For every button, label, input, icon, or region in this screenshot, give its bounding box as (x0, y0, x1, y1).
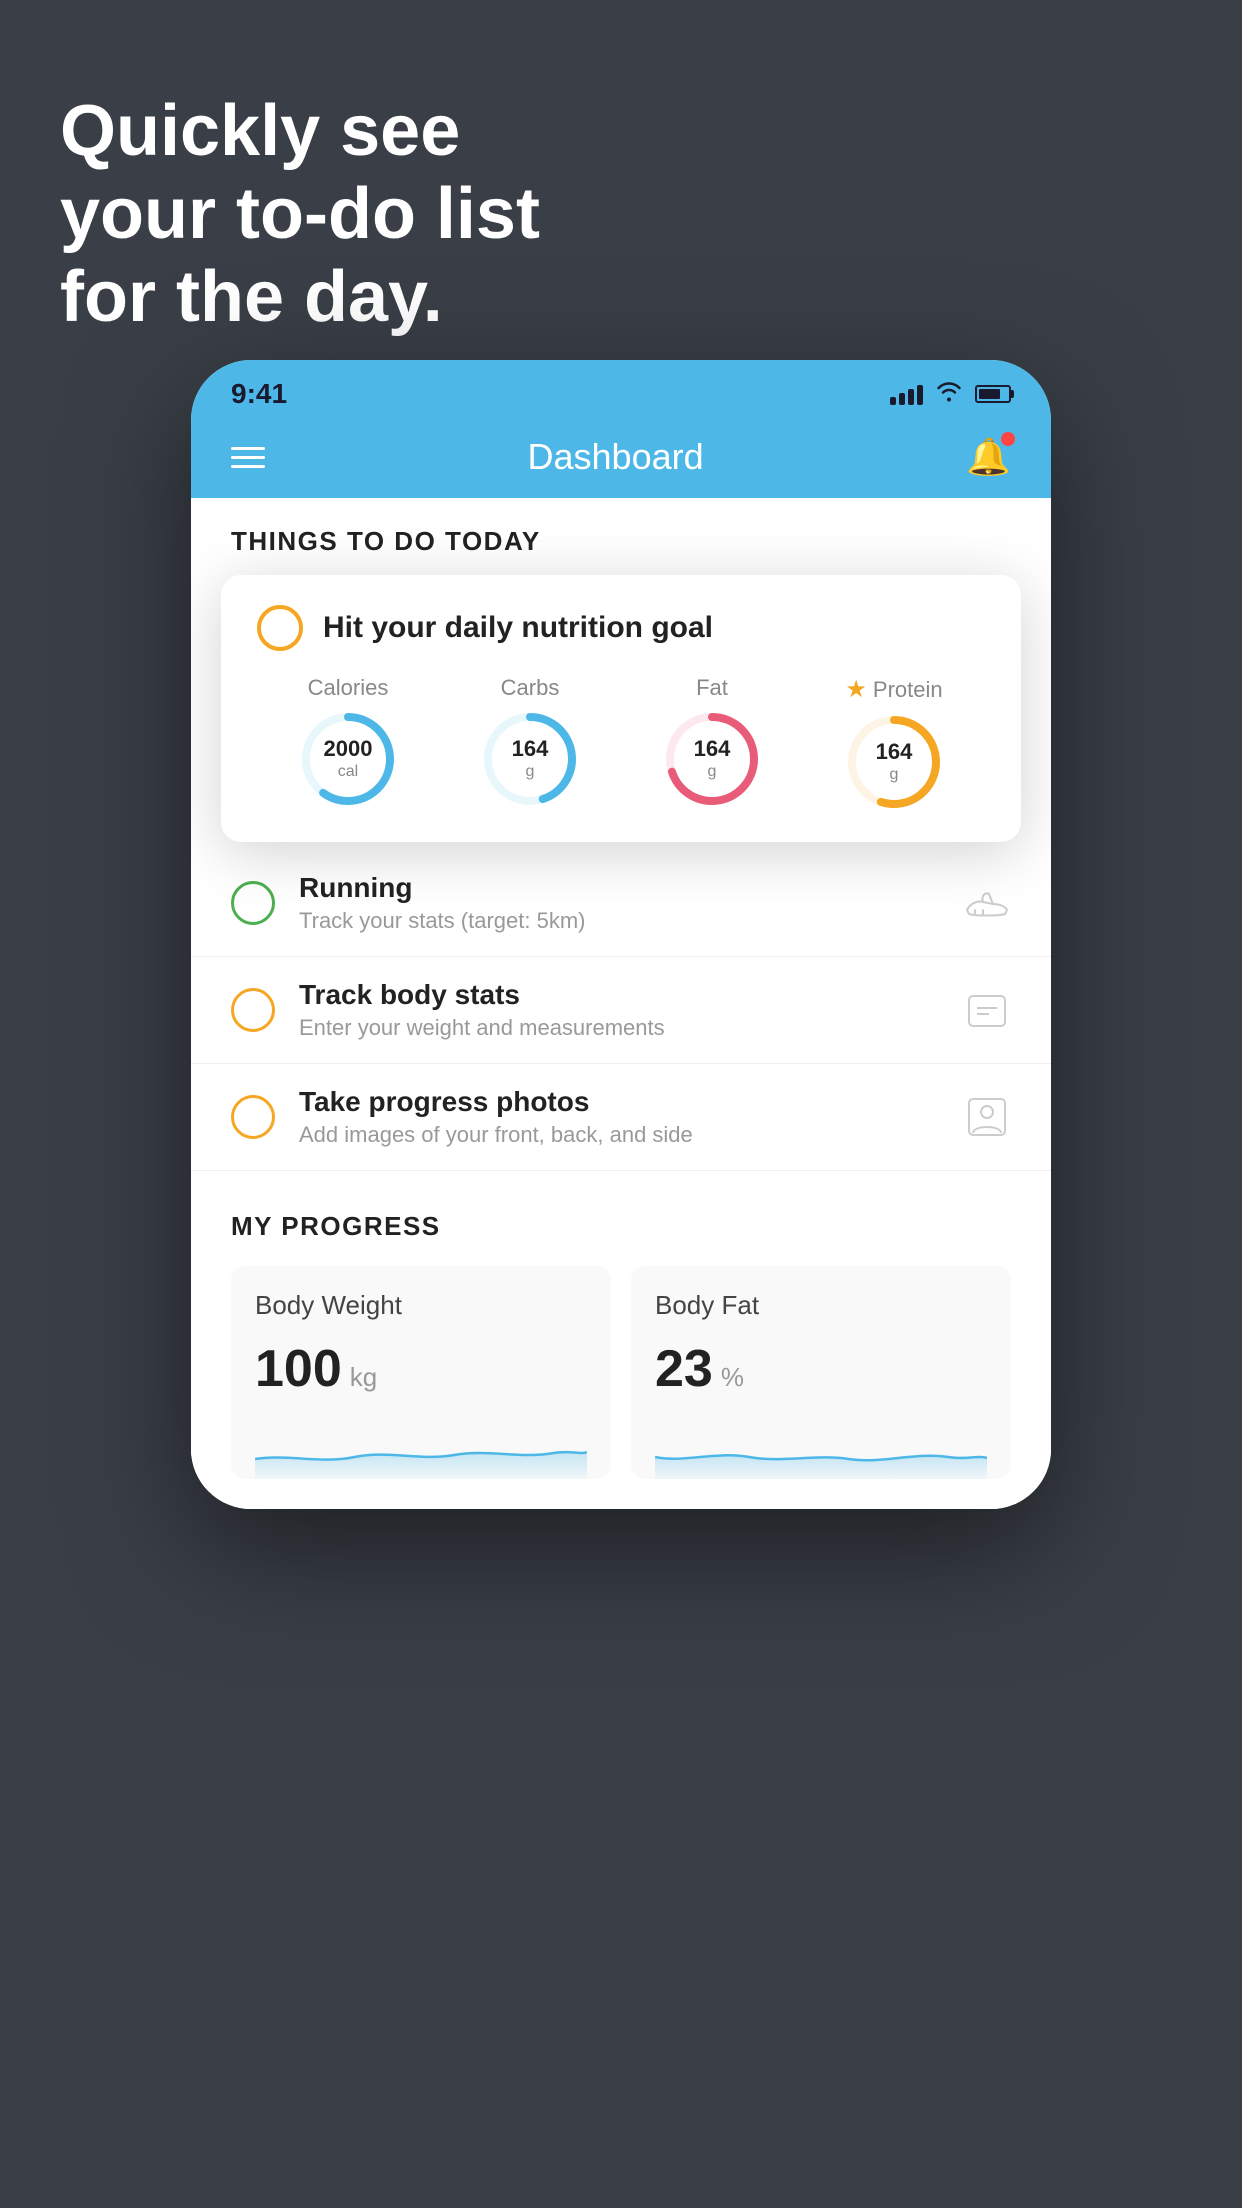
nutrition-check-circle[interactable] (257, 605, 303, 651)
body-fat-unit: % (721, 1362, 744, 1393)
wifi-icon (935, 380, 963, 408)
hero-heading: Quickly see your to-do list for the day. (60, 90, 540, 338)
macro-carbs: Carbs 164 g (480, 675, 580, 809)
body-weight-number: 100 (255, 1339, 342, 1399)
macro-fat-circle: 164 g (662, 709, 762, 809)
macro-protein-circle: 164 g (844, 712, 944, 812)
progress-cards-row: Body Weight 100 kg (231, 1266, 1011, 1479)
main-content: THINGS TO DO TODAY Hit your daily nutrit… (191, 498, 1051, 1509)
todo-text-body-stats: Track body stats Enter your weight and m… (299, 979, 939, 1041)
macro-calories-value: 2000 (324, 736, 373, 762)
todo-title-photos: Take progress photos (299, 1086, 939, 1118)
battery-icon (975, 385, 1011, 403)
things-to-do-title: THINGS TO DO TODAY (231, 526, 1011, 557)
macros-row: Calories 2000 cal (257, 675, 985, 812)
body-weight-label: Body Weight (255, 1290, 587, 1321)
body-fat-number: 23 (655, 1339, 713, 1399)
macro-protein-label: Protein (873, 677, 943, 703)
todo-circle-running (231, 881, 275, 925)
body-weight-chart (255, 1419, 587, 1479)
todo-item-running[interactable]: Running Track your stats (target: 5km) (191, 850, 1051, 957)
macro-carbs-circle: 164 g (480, 709, 580, 809)
macro-carbs-value: 164 (512, 736, 549, 762)
todo-subtitle-running: Track your stats (target: 5km) (299, 908, 939, 934)
todo-text-photos: Take progress photos Add images of your … (299, 1086, 939, 1148)
hamburger-menu[interactable] (231, 447, 265, 468)
macro-fat-unit: g (694, 763, 731, 782)
macro-protein-label-row: ★ Protein (845, 675, 942, 704)
todo-list: Running Track your stats (target: 5km) (191, 850, 1051, 1171)
nav-title: Dashboard (528, 436, 704, 478)
macro-calories-label: Calories (308, 675, 389, 701)
nav-bar: Dashboard 🔔 (191, 420, 1051, 498)
scale-icon (963, 990, 1011, 1030)
todo-text-running: Running Track your stats (target: 5km) (299, 872, 939, 934)
body-fat-chart (655, 1419, 987, 1479)
macro-calories: Calories 2000 cal (298, 675, 398, 809)
running-shoe-icon (963, 883, 1011, 923)
progress-card-fat[interactable]: Body Fat 23 % (631, 1266, 1011, 1479)
phone-shell: 9:41 (191, 360, 1051, 1509)
status-time: 9:41 (231, 378, 287, 410)
phone-mockup: 9:41 (191, 360, 1051, 1509)
todo-title-running: Running (299, 872, 939, 904)
macro-fat-value: 164 (694, 736, 731, 762)
todo-item-body-stats[interactable]: Track body stats Enter your weight and m… (191, 957, 1051, 1064)
status-bar: 9:41 (191, 360, 1051, 420)
macro-protein-value: 164 (876, 739, 913, 765)
star-icon: ★ (845, 675, 867, 704)
things-to-do-header: THINGS TO DO TODAY (191, 498, 1051, 575)
todo-circle-body-stats (231, 988, 275, 1032)
body-weight-unit: kg (350, 1362, 377, 1393)
progress-card-weight[interactable]: Body Weight 100 kg (231, 1266, 611, 1479)
macro-protein: ★ Protein 164 g (844, 675, 944, 812)
nutrition-card-title: Hit your daily nutrition goal (323, 611, 713, 645)
todo-subtitle-photos: Add images of your front, back, and side (299, 1122, 939, 1148)
macro-carbs-label: Carbs (501, 675, 560, 701)
notification-dot (1001, 432, 1015, 446)
todo-subtitle-body-stats: Enter your weight and measurements (299, 1015, 939, 1041)
body-fat-value-row: 23 % (655, 1339, 987, 1399)
status-icons (890, 380, 1011, 408)
todo-item-photos[interactable]: Take progress photos Add images of your … (191, 1064, 1051, 1171)
macro-protein-unit: g (876, 766, 913, 785)
macro-carbs-unit: g (512, 763, 549, 782)
body-fat-label: Body Fat (655, 1290, 987, 1321)
person-photo-icon (963, 1097, 1011, 1137)
macro-calories-circle: 2000 cal (298, 709, 398, 809)
progress-section-title: MY PROGRESS (231, 1211, 1011, 1242)
notification-bell-icon[interactable]: 🔔 (966, 436, 1011, 478)
macro-fat-label: Fat (696, 675, 728, 701)
progress-section: MY PROGRESS Body Weight 100 kg (191, 1171, 1051, 1509)
macro-calories-unit: cal (324, 763, 373, 782)
signal-bars-icon (890, 383, 923, 405)
todo-circle-photos (231, 1095, 275, 1139)
nutrition-card-header: Hit your daily nutrition goal (257, 605, 985, 651)
macro-fat: Fat 164 g (662, 675, 762, 809)
body-weight-value-row: 100 kg (255, 1339, 587, 1399)
nutrition-card[interactable]: Hit your daily nutrition goal Calories (221, 575, 1021, 842)
todo-title-body-stats: Track body stats (299, 979, 939, 1011)
